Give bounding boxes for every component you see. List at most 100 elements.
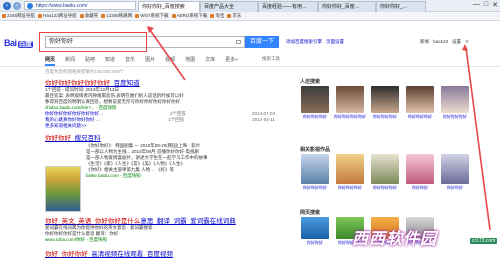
star-icon (227, 14, 232, 18)
person-photo (441, 86, 469, 113)
address-bar[interactable]: https://www.baidu.com/ (24, 1, 136, 10)
result-title[interactable]: 你好你好_搜兄百科 (45, 132, 275, 142)
tab-more[interactable]: 更多» (225, 56, 238, 66)
movies-grid: 你好你好你好 你好你好你好 你好你好你好 你好你好 你好你好 (300, 154, 470, 191)
ie-icon (27, 3, 33, 9)
result-item: 你好_英文_英语_你好你好是什么意思_翻译_词霸_爱词霸在线词典 爱词霸在线词典… (45, 215, 275, 243)
movie-poster (441, 154, 469, 184)
address-url: https://www.baidu.com/ (36, 3, 88, 9)
favorite-link[interactable]: 京东 (227, 13, 241, 19)
person-photo (406, 86, 434, 113)
person-card[interactable]: 你好你好你好你好 (334, 86, 366, 120)
star-icon (38, 14, 43, 18)
people-grid: 你好你好你好 你好你好你好你好 你好你好你好 你好你好你好 你好你好你好 (300, 86, 470, 120)
app-card[interactable]: 你好你好 (300, 217, 330, 246)
movie-poster (336, 154, 364, 184)
star-icon (135, 14, 140, 18)
result-title[interactable]: 你好你好你好你好你好_百度知道 (45, 77, 275, 87)
people-section-title: 人还搜索 (300, 79, 321, 85)
movie-poster (301, 154, 329, 184)
tab-music[interactable]: 音乐 (125, 56, 135, 66)
hao123-link[interactable]: hao123 (433, 39, 448, 45)
star-icon (101, 14, 106, 18)
tab-web[interactable]: 网页 (45, 56, 56, 66)
movie-card[interactable]: 你好你好 (405, 154, 435, 191)
favorite-link[interactable]: Hao123网址导航 (38, 13, 77, 19)
drama-thumbnail[interactable] (45, 166, 81, 212)
baidu-logo[interactable]: Bai 百度 (4, 38, 33, 49)
result-stats: 百度为您找到相关结果约100,000,000个 (45, 69, 125, 74)
settings-link[interactable]: 设置 (452, 39, 461, 45)
movie-card[interactable]: 你好你好 (440, 154, 470, 191)
result-url[interactable]: baike.baidu.com - 百度快照 (86, 173, 276, 179)
person-card[interactable]: 你好你好你好 (440, 86, 470, 120)
gear-icon[interactable]: ⚙ (465, 39, 469, 45)
tab-1[interactable]: 百度产品大全 (200, 1, 258, 12)
apps-section-title: 网页搜索 (300, 210, 321, 216)
top-links: 添加百度搜索引擎 页面设置 (286, 39, 344, 45)
favorite-link[interactable]: Win7系统下载 (135, 13, 169, 19)
page-settings-link[interactable]: 页面设置 (326, 39, 344, 45)
search-button[interactable]: 百度一下 (245, 36, 279, 48)
browser-titlebar: ‹ › https://www.baidu.com/ 你好你好_百度搜索 百度产… (0, 0, 500, 12)
result-title[interactable]: 你好_英文_英语_你好你好是什么意思_翻译_词霸_爱词霸在线词典 (45, 215, 275, 225)
star-icon (210, 14, 215, 18)
tab-strip: 你好你好_百度搜索 百度产品大全 百度经验——有用… 你好你好_百度… 你好你好… (138, 0, 426, 12)
movies-section-title: 相关影视作品 (300, 147, 331, 153)
result-body: 《你好你好》：韩国剧集 — 2010年09-20(韩国)上映 · 影片 是一部以… (86, 143, 276, 179)
more-link[interactable]: 更多知道相关问题>> (45, 123, 275, 129)
movie-card[interactable]: 你好你好你好 (335, 154, 365, 191)
star-icon (2, 14, 6, 18)
favorite-link[interactable]: AERO系统下载 (171, 13, 207, 19)
tab-4[interactable]: 你好你好_... (376, 1, 426, 12)
tab-map[interactable]: 地图 (185, 56, 195, 66)
result-item: 你好_你好你好_高清视频在线观看_百度视频 (45, 248, 275, 258)
movie-card[interactable]: 你好你好你好 (370, 154, 400, 191)
news-link[interactable]: 新闻 (420, 39, 429, 45)
movie-poster (406, 154, 434, 184)
user-links: 新闻 hao123 设置 ⚙ (420, 39, 469, 45)
tab-wenku[interactable]: 文库 (205, 56, 215, 66)
maximize-button[interactable]: □ (484, 1, 488, 9)
person-card[interactable]: 你好你好你好 (370, 86, 400, 120)
divider (0, 66, 500, 67)
favorite-link[interactable]: 收藏夹 (79, 13, 98, 19)
person-photo (301, 86, 329, 113)
tab-news[interactable]: 新闻 (65, 56, 75, 66)
watermark-logo: 西西软件园 (352, 231, 438, 248)
add-engine-link[interactable]: 添加百度搜索引擎 (286, 39, 322, 45)
tab-0[interactable]: 你好你好_百度搜索 (138, 1, 200, 12)
minimize-button[interactable]: — (473, 1, 480, 9)
result-item: 你好你好_搜兄百科 (45, 132, 275, 142)
tab-3[interactable]: 你好你好_百度… (318, 1, 376, 12)
result-title[interactable]: 你好_你好你好_高清视频在线观看_百度视频 (45, 248, 275, 258)
search-tools-button[interactable]: 搜索工具 (262, 56, 280, 62)
close-button[interactable]: ✕ (492, 1, 498, 9)
app-icon (301, 217, 329, 239)
person-photo (371, 86, 399, 113)
favorite-link[interactable]: 12306铁路网 (101, 13, 132, 19)
favorite-link[interactable]: 2345网址导航 (2, 13, 35, 19)
movie-card[interactable]: 你好你好你好 (300, 154, 330, 191)
person-card[interactable]: 你好你好你好 (300, 86, 330, 120)
tab-video[interactable]: 视频 (165, 56, 175, 66)
watermark-url: cr173.com (470, 238, 498, 244)
tab-tieba[interactable]: 贴吧 (85, 56, 95, 66)
movie-poster (371, 154, 399, 184)
back-button[interactable]: ‹ (3, 2, 11, 10)
person-card[interactable]: 你好你好你好 (405, 86, 435, 120)
annotation-box (39, 32, 147, 52)
favorite-link[interactable]: 淘宝 (210, 13, 224, 19)
vertical-tabs: 网页 新闻 贴吧 知道 音乐 图片 视频 地图 文库 更多» (45, 56, 238, 66)
camera-icon[interactable] (236, 40, 241, 44)
star-icon (79, 14, 84, 18)
forward-button[interactable]: › (13, 2, 21, 10)
window-controls: — □ ✕ (473, 1, 498, 9)
star-icon (171, 14, 176, 18)
person-photo (336, 86, 364, 113)
tab-2[interactable]: 百度经验——有用… (258, 1, 318, 12)
result-url[interactable]: www.iciba.com/你好 - 百度快照 (45, 237, 275, 243)
tab-zhidao[interactable]: 知道 (105, 56, 115, 66)
result-item: 你好你好你好你好你好_百度知道 1个回答 - 提问时间: 2013年12月13日… (45, 77, 275, 129)
tab-images[interactable]: 图片 (145, 56, 155, 66)
